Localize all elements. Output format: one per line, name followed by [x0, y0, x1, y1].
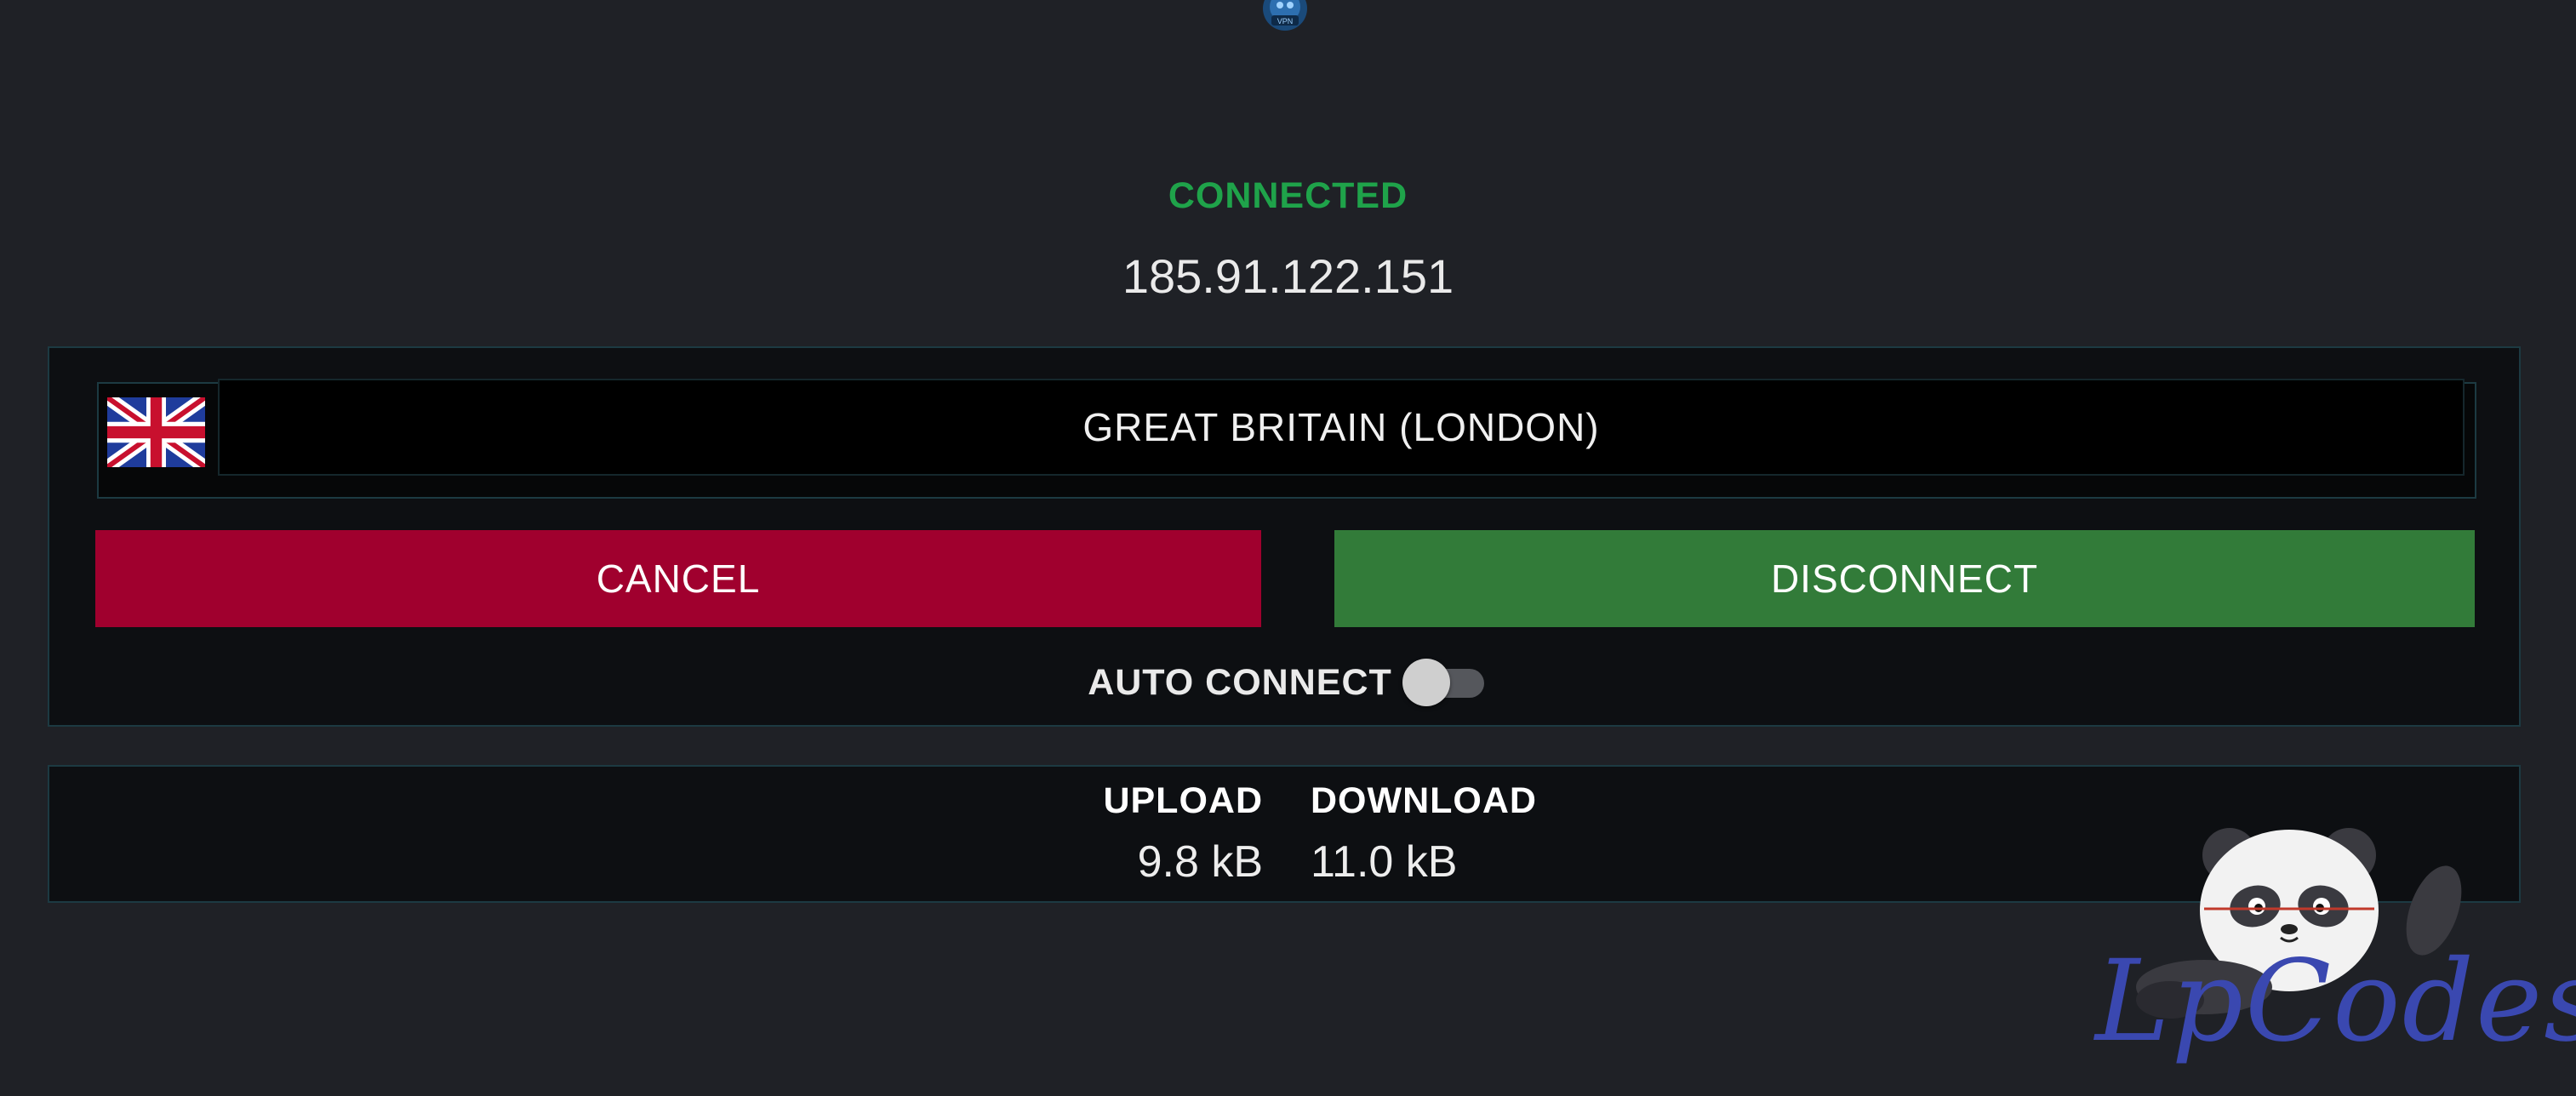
svg-text:VPN: VPN	[1277, 17, 1294, 26]
auto-connect-row: AUTO CONNECT	[49, 653, 2522, 712]
upload-label: UPLOAD	[1103, 780, 1263, 821]
server-name[interactable]: GREAT BRITAIN (LONDON)	[218, 379, 2465, 476]
vpn-logo-icon: VPN	[1263, 0, 1307, 31]
upload-value: 9.8 kB	[1137, 837, 1263, 887]
uk-flag-icon	[107, 397, 205, 467]
download-value: 11.0 kB	[1311, 837, 1458, 887]
watermark-text: LpCodes	[2095, 936, 2576, 1067]
ip-address: 185.91.122.151	[1122, 249, 1454, 303]
toggle-knob	[1402, 659, 1450, 706]
disconnect-button[interactable]: DISCONNECT	[1334, 530, 2475, 627]
auto-connect-label: AUTO CONNECT	[1088, 661, 1392, 703]
download-label: DOWNLOAD	[1311, 780, 1537, 821]
auto-connect-toggle[interactable]	[1402, 659, 1484, 706]
connection-status: CONNECTED	[1168, 175, 1408, 216]
vpn-app: VPN CONNECTED 185.91.122.151 GREAT BRITA…	[0, 0, 2576, 1096]
connection-panel: GREAT BRITAIN (LONDON) CANCEL DISCONNECT…	[48, 346, 2521, 727]
cancel-button[interactable]: CANCEL	[95, 530, 1261, 627]
